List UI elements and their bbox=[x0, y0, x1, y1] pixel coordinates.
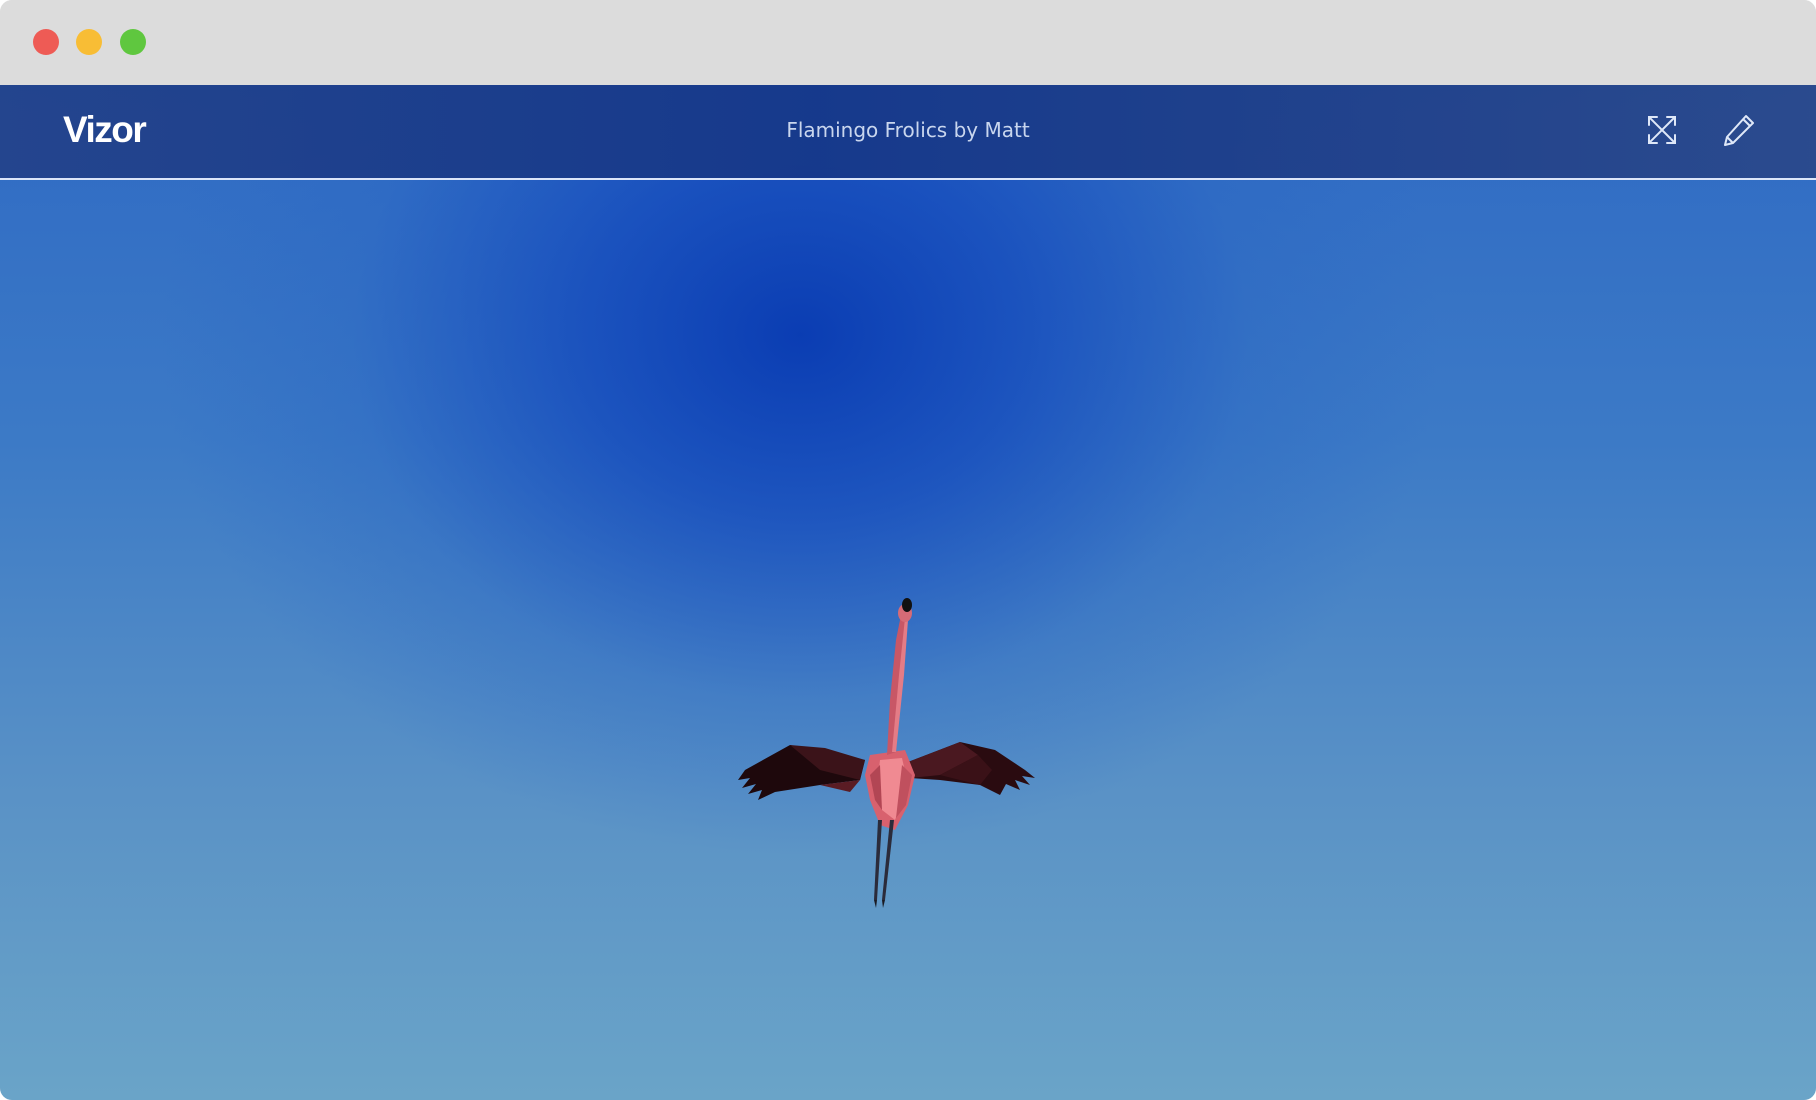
window-close-button[interactable] bbox=[33, 29, 59, 55]
fullscreen-button[interactable] bbox=[1642, 110, 1682, 150]
window-maximize-button[interactable] bbox=[120, 29, 146, 55]
window-minimize-button[interactable] bbox=[76, 29, 102, 55]
window-titlebar bbox=[0, 0, 1816, 85]
scene-viewport[interactable] bbox=[0, 85, 1816, 1100]
app-header: Vizor Flamingo Frolics by Matt bbox=[0, 85, 1816, 180]
pencil-icon bbox=[1724, 115, 1754, 146]
fullscreen-icon bbox=[1648, 116, 1676, 144]
app-window: Vizor Flamingo Frolics by Matt bbox=[0, 0, 1816, 1100]
flamingo-model bbox=[738, 598, 1035, 908]
edit-button[interactable] bbox=[1719, 110, 1759, 150]
scene-title: Flamingo Frolics by Matt bbox=[786, 118, 1030, 142]
